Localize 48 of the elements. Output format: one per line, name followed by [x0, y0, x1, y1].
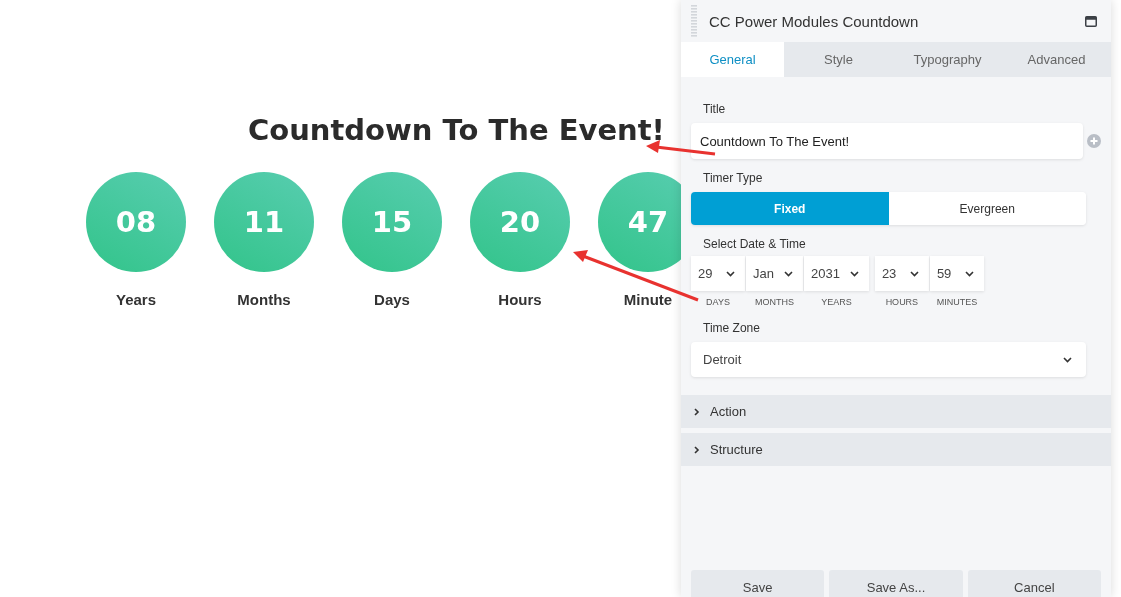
dropdown-caption: YEARS [821, 297, 852, 307]
tab[interactable]: Advanced [1002, 42, 1111, 77]
unit-label: Hours [498, 291, 542, 308]
countdown-circle: 20 [470, 172, 570, 272]
chevron-down-icon [726, 270, 735, 277]
time-zone-dropdown[interactable]: Detroit [691, 342, 1086, 377]
unit-label: Days [374, 291, 410, 308]
unit-label: Months [237, 291, 291, 308]
chevron-down-icon [1063, 356, 1072, 363]
countdown-circle: 11 [214, 172, 314, 272]
dropdown[interactable]: 23 [874, 256, 929, 291]
dropdown-caption: DAYS [706, 297, 730, 307]
countdown-circle: 08 [86, 172, 186, 272]
chevron-down-icon [964, 270, 974, 277]
chevron-right-icon [694, 407, 700, 416]
timer-type-option[interactable]: Evergreen [888, 192, 1086, 225]
panel-button[interactable]: Save [691, 570, 825, 597]
dropdown[interactable]: Jan [746, 256, 803, 291]
dropdown[interactable]: 59 [929, 256, 984, 291]
field-label: Select Date & Time [703, 237, 807, 251]
chevron-down-icon [849, 270, 859, 277]
dropdown[interactable]: 2031 [803, 256, 869, 291]
drag-handle-icon[interactable] [691, 5, 697, 37]
chevron-down-icon [783, 270, 793, 277]
tab[interactable]: Style [784, 42, 893, 77]
plus-circle-icon[interactable] [1087, 134, 1101, 148]
dropdown-caption: MONTHS [755, 297, 794, 307]
field-label: Time Zone [703, 321, 761, 335]
countdown-circle: 15 [342, 172, 442, 272]
window-icon[interactable] [1085, 15, 1097, 27]
chevron-down-icon [909, 270, 919, 277]
tab[interactable]: General [681, 42, 784, 77]
field-label: Timer Type [703, 171, 764, 185]
dropdown-caption: HOURS [885, 297, 919, 307]
unit-label: Years [115, 291, 156, 308]
panel-title: CC Power Modules Countdown [709, 12, 920, 30]
title-input[interactable]: Countdown To The Event! [691, 123, 1083, 159]
countdown-heading: Countdown To The Event! [248, 113, 665, 147]
chevron-right-icon [694, 445, 700, 454]
panel-button[interactable]: Save As... [829, 570, 963, 597]
collapsible-section[interactable]: Structure [681, 433, 1111, 466]
tab[interactable]: Typography [893, 42, 1002, 77]
collapsible-section[interactable]: Action [681, 395, 1111, 428]
unit-label: Minute [623, 291, 673, 308]
dropdown[interactable]: 29 [691, 256, 745, 291]
panel-button[interactable]: Cancel [967, 570, 1101, 597]
dropdown-caption: MINUTES [936, 297, 978, 307]
field-label: Title [703, 102, 727, 116]
